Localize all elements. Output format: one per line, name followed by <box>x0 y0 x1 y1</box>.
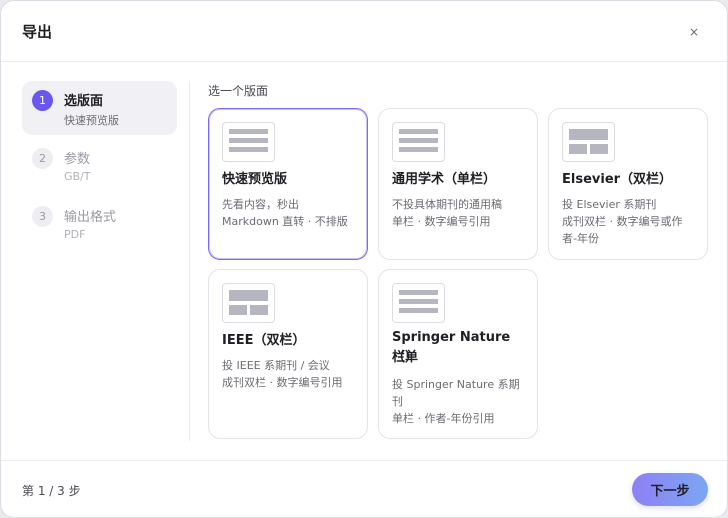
card-description: 成刊双栏 · 数字编号或作 <box>562 215 683 228</box>
single-column-layout-icon <box>392 122 445 162</box>
card-description: 投 Elsevier 系期刊 <box>562 198 657 211</box>
step-label: 输出格式 <box>64 210 117 225</box>
layout-card-elsevier[interactable]: Elsevier（双栏） 投 Elsevier 系期刊 成刊双栏 · 数字编号或… <box>548 108 708 260</box>
dialog-footer: 第 1 / 3 步 下一步 <box>1 460 727 517</box>
card-description: Markdown 直转 · 不排版 <box>222 215 348 228</box>
card-description: 单栏 · 数字编号引用 <box>392 215 491 228</box>
card-title: 快速预览版 <box>222 172 288 187</box>
single-column-layout-icon <box>392 283 445 323</box>
step-sublabel: 快速预览版 <box>64 114 119 127</box>
dialog-title: 导出 <box>22 23 53 41</box>
two-column-layout-icon <box>562 122 615 162</box>
layout-card-springer-nature[interactable]: Springer Nature（单 栏） 投 Springer Nature 系… <box>378 269 538 439</box>
step-list: 1 选版面 快速预览版 2 参数 GB/T 3 输出格式 PDF <box>22 81 177 255</box>
layout-card-grid: 快速预览版 先看内容，秒出 Markdown 直转 · 不排版 通用学术（单栏）… <box>208 108 708 440</box>
card-description: 先看内容，秒出 <box>222 198 299 211</box>
layout-card-quick-preview[interactable]: 快速预览版 先看内容，秒出 Markdown 直转 · 不排版 <box>208 108 368 260</box>
export-dialog: 导出 × 1 选版面 快速预览版 2 参数 GB/T 3 输出格式 PDF 选一… <box>0 0 728 518</box>
step-indicator: 第 1 / 3 步 <box>22 484 81 498</box>
step-item-output-format[interactable]: 3 输出格式 PDF <box>22 197 177 251</box>
card-title: 栏） <box>392 350 419 365</box>
step-label: 选版面 <box>64 94 104 109</box>
step-sublabel: GB/T <box>64 170 91 183</box>
two-column-layout-icon <box>222 283 275 323</box>
step-label: 参数 <box>64 152 91 167</box>
card-title: 通用学术（单栏） <box>392 172 497 187</box>
step-number: 3 <box>32 206 53 227</box>
card-description: 不投具体期刊的通用稿 <box>392 198 502 211</box>
dialog-header: 导出 × <box>1 1 727 62</box>
layout-card-ieee[interactable]: IEEE（双栏） 投 IEEE 系期刊 / 会议 成刊双栏 · 数字编号引用 <box>208 269 368 439</box>
card-description: 单栏 · 作者-年份引用 <box>392 412 495 425</box>
sidebar-divider <box>189 81 190 441</box>
card-title: Elsevier（双栏） <box>562 172 673 187</box>
section-label: 选一个版面 <box>208 84 269 98</box>
step-number: 1 <box>32 90 53 111</box>
step-number: 2 <box>32 148 53 169</box>
step-sublabel: PDF <box>64 228 86 241</box>
next-step-button[interactable]: 下一步 <box>632 473 708 506</box>
layout-card-general-academic[interactable]: 通用学术（单栏） 不投具体期刊的通用稿 单栏 · 数字编号引用 <box>378 108 538 260</box>
step-item-params[interactable]: 2 参数 GB/T <box>22 139 177 193</box>
single-column-layout-icon <box>222 122 275 162</box>
card-description: 成刊双栏 · 数字编号引用 <box>222 376 343 389</box>
card-description: 刊 <box>392 395 403 408</box>
card-title: IEEE（双栏） <box>222 333 306 348</box>
card-description: 者-年份 <box>562 232 599 245</box>
close-icon[interactable]: × <box>685 23 703 41</box>
card-description: 投 IEEE 系期刊 / 会议 <box>222 359 330 372</box>
card-description: 投 Springer Nature 系期 <box>392 378 520 391</box>
step-item-layout[interactable]: 1 选版面 快速预览版 <box>22 81 177 135</box>
